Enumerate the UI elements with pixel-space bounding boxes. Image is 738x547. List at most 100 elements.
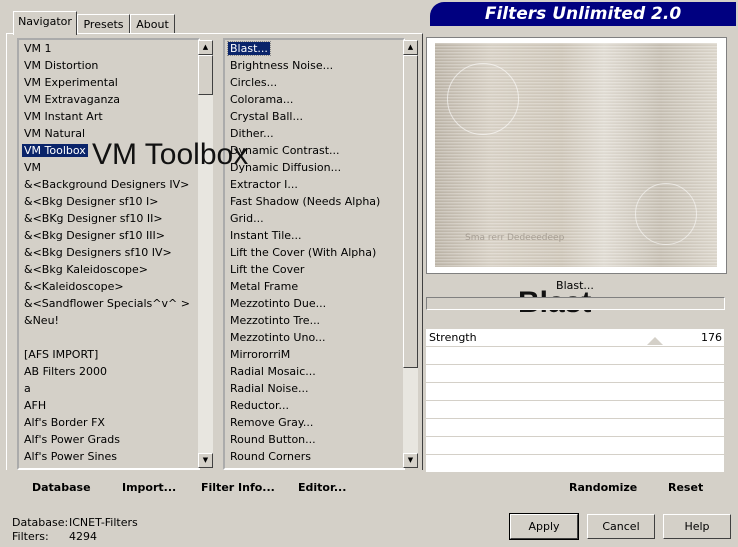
categories-item-label: Alf's Power Sines bbox=[24, 450, 117, 463]
filters-list-item[interactable]: Lift the Cover (With Alpha) bbox=[225, 244, 403, 261]
tab-navigator[interactable]: Navigator bbox=[13, 11, 77, 35]
filters-list-item[interactable]: Colorama... bbox=[225, 91, 403, 108]
filters-list-item[interactable]: Lift the Cover bbox=[225, 261, 403, 278]
filters-list-item[interactable]: Grid... bbox=[225, 210, 403, 227]
categories-list-item[interactable]: a bbox=[19, 380, 198, 397]
filters-list-item[interactable]: Mezzotinto Uno... bbox=[225, 329, 403, 346]
apply-button[interactable]: Apply bbox=[509, 513, 579, 540]
scroll-thumb[interactable] bbox=[198, 55, 213, 95]
categories-list-item[interactable]: &<Bkg Designer sf10 I> bbox=[19, 193, 198, 210]
categories-item-label: &<BKg Designer sf10 II> bbox=[24, 212, 163, 225]
categories-list-item[interactable]: Alf's Power Grads bbox=[19, 431, 198, 448]
param-row[interactable] bbox=[426, 419, 724, 437]
categories-list-item[interactable]: Alf's Power Toys bbox=[19, 465, 198, 468]
cancel-button[interactable]: Cancel bbox=[587, 514, 655, 539]
param-label: Strength bbox=[429, 331, 477, 344]
param-row[interactable] bbox=[426, 365, 724, 383]
filters-item-label: Extractor I... bbox=[230, 178, 298, 191]
categories-item-label: &<Kaleidoscope> bbox=[24, 280, 124, 293]
filters-list-item[interactable]: Dynamic Contrast... bbox=[225, 142, 403, 159]
filters-list-item[interactable]: Dynamic Diffusion... bbox=[225, 159, 403, 176]
filters-list-item[interactable]: Extractor I... bbox=[225, 176, 403, 193]
filters-list-item[interactable]: Circles... bbox=[225, 74, 403, 91]
filters-item-label: Grid... bbox=[230, 212, 264, 225]
category-scrollbar[interactable]: ▲ ▼ bbox=[198, 40, 213, 468]
categories-item-label: AB Filters 2000 bbox=[24, 365, 108, 378]
categories-list-item[interactable] bbox=[19, 329, 198, 346]
categories-list-item[interactable]: &<Bkg Designers sf10 IV> bbox=[19, 244, 198, 261]
filters-item-label: Reductor... bbox=[230, 399, 289, 412]
categories-item-label: &<Background Designers IV> bbox=[24, 178, 190, 191]
filters-list-item[interactable]: Round Button... bbox=[225, 431, 403, 448]
categories-list-item[interactable]: &<Kaleidoscope> bbox=[19, 278, 198, 295]
categories-list-item[interactable]: &<Sandflower Specials^v^ > bbox=[19, 295, 198, 312]
categories-list-item[interactable]: VM Instant Art bbox=[19, 108, 198, 125]
categories-list-item[interactable]: AB Filters 2000 bbox=[19, 363, 198, 380]
param-row[interactable] bbox=[426, 401, 724, 419]
scroll-up-button[interactable]: ▲ bbox=[403, 40, 418, 55]
categories-list-item[interactable]: Alf's Power Sines bbox=[19, 448, 198, 465]
param-row[interactable] bbox=[426, 437, 724, 455]
filters-list-item[interactable]: Brightness Noise... bbox=[225, 57, 403, 74]
param-row[interactable] bbox=[426, 383, 724, 401]
scroll-down-button[interactable]: ▼ bbox=[403, 453, 418, 468]
help-button[interactable]: Help bbox=[663, 514, 731, 539]
param-row-strength[interactable]: Strength 176 bbox=[426, 329, 724, 347]
param-row[interactable] bbox=[426, 455, 724, 473]
filters-list-item[interactable]: Mezzotinto Due... bbox=[225, 295, 403, 312]
categories-item-label: VM Experimental bbox=[24, 76, 118, 89]
categories-list-item[interactable]: VM Extravaganza bbox=[19, 91, 198, 108]
scroll-up-button[interactable]: ▲ bbox=[198, 40, 213, 55]
tab-presets[interactable]: Presets bbox=[77, 14, 130, 34]
filters-item-label: Circles... bbox=[230, 76, 278, 89]
filters-list-item[interactable]: Blast... bbox=[225, 40, 403, 57]
categories-item-label: [AFS IMPORT] bbox=[24, 348, 99, 361]
filters-list-item[interactable]: Instant Tile... bbox=[225, 227, 403, 244]
reset-button[interactable]: Reset bbox=[668, 480, 703, 496]
filters-item-label: Mezzotinto Uno... bbox=[230, 331, 326, 344]
categories-list-item[interactable]: [AFS IMPORT] bbox=[19, 346, 198, 363]
import-button[interactable]: Import... bbox=[122, 480, 176, 496]
scroll-down-button[interactable]: ▼ bbox=[198, 453, 213, 468]
filter-info-button[interactable]: Filter Info... bbox=[201, 480, 275, 496]
filters-list-item[interactable]: Round Corners bbox=[225, 448, 403, 465]
filters-list-item[interactable]: Radial Mosaic... bbox=[225, 363, 403, 380]
categories-list-item[interactable]: AFH bbox=[19, 397, 198, 414]
database-button[interactable]: Database bbox=[32, 480, 91, 496]
filters-list-item[interactable]: Mezzotinto Tre... bbox=[225, 312, 403, 329]
categories-list-item[interactable]: VM Distortion bbox=[19, 57, 198, 74]
filters-list-item[interactable]: Remove Gray... bbox=[225, 414, 403, 431]
categories-item-label: &<Bkg Designer sf10 I> bbox=[24, 195, 159, 208]
filters-list-item[interactable]: Reductor... bbox=[225, 397, 403, 414]
slider-marker-icon[interactable] bbox=[647, 337, 664, 345]
categories-item-label: Alf's Power Grads bbox=[24, 433, 120, 446]
categories-list-item[interactable]: VM 1 bbox=[19, 40, 198, 57]
categories-list-item[interactable]: VM Experimental bbox=[19, 74, 198, 91]
filter-scrollbar[interactable]: ▲ ▼ bbox=[403, 40, 418, 468]
param-row[interactable] bbox=[426, 347, 724, 365]
categories-item-label: &Neu! bbox=[24, 314, 59, 327]
tab-about[interactable]: About bbox=[130, 14, 175, 34]
categories-list-item[interactable]: &<Background Designers IV> bbox=[19, 176, 198, 193]
categories-list-item[interactable]: &<BKg Designer sf10 II> bbox=[19, 210, 198, 227]
filters-list-item[interactable]: Dither... bbox=[225, 125, 403, 142]
filters-list-item[interactable]: Metal Frame bbox=[225, 278, 403, 295]
filters-list-item[interactable]: Fast Shadow (Needs Alpha) bbox=[225, 193, 403, 210]
database-value: ICNET-Filters bbox=[69, 516, 138, 529]
categories-list-item[interactable]: Alf's Border FX bbox=[19, 414, 198, 431]
categories-list-item[interactable]: &Neu! bbox=[19, 312, 198, 329]
randomize-button[interactable]: Randomize bbox=[569, 480, 637, 496]
param-value: 176 bbox=[701, 331, 722, 344]
scroll-thumb[interactable] bbox=[403, 55, 418, 368]
filters-list-item[interactable]: Crystal Ball... bbox=[225, 108, 403, 125]
bubble-shape bbox=[635, 183, 697, 245]
categories-list-item[interactable]: &<Bkg Designer sf10 III> bbox=[19, 227, 198, 244]
filters-list-item[interactable]: Seamless Tile... bbox=[225, 465, 403, 468]
editor-button[interactable]: Editor... bbox=[298, 480, 346, 496]
filters-list-item[interactable]: MirrororriM bbox=[225, 346, 403, 363]
category-list[interactable]: VM 1 VM Distortion VM Experimental VM Extra… bbox=[17, 38, 200, 470]
categories-list-item[interactable]: &<Bkg Kaleidoscope> bbox=[19, 261, 198, 278]
filters-item-label: Lift the Cover (With Alpha) bbox=[230, 246, 377, 259]
filter-list[interactable]: Blast... Brightness Noise... Circles... Col… bbox=[223, 38, 405, 470]
filters-list-item[interactable]: Radial Noise... bbox=[225, 380, 403, 397]
